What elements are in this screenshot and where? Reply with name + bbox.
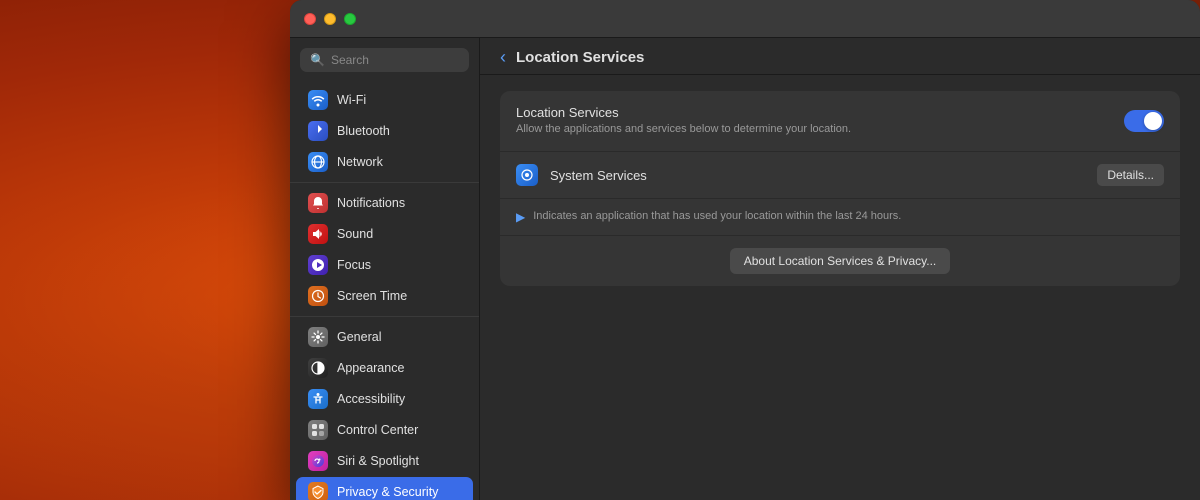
bluetooth-label: Bluetooth [337,124,390,138]
general-label: General [337,330,381,344]
about-row: About Location Services & Privacy... [500,236,1180,286]
sidebar-item-focus[interactable]: Focus [296,250,473,280]
wifi-label: Wi-Fi [337,93,366,107]
siri-label: Siri & Spotlight [337,454,419,468]
appearance-icon [308,358,328,378]
title-bar [290,0,1200,38]
privacy-label: Privacy & Security [337,485,438,499]
sidebar-item-siri[interactable]: Siri & Spotlight [296,446,473,476]
back-button[interactable]: ‹ [500,48,506,66]
sidebar-section-network: Wi-Fi Bluetooth [290,80,479,183]
sidebar-item-bluetooth[interactable]: Bluetooth [296,116,473,146]
accessibility-icon [308,389,328,409]
sidebar: 🔍 Wi-Fi [290,38,480,500]
indicator-text: Indicates an application that has used y… [533,209,901,224]
privacy-icon [308,482,328,500]
controlcenter-label: Control Center [337,423,418,437]
close-button[interactable] [304,13,316,25]
sidebar-item-controlcenter[interactable]: Control Center [296,415,473,445]
appearance-label: Appearance [337,361,404,375]
sound-label: Sound [337,227,373,241]
sidebar-item-network[interactable]: Network [296,147,473,177]
sidebar-item-wifi[interactable]: Wi-Fi [296,85,473,115]
location-services-row: Location Services Allow the applications… [500,91,1180,152]
details-button[interactable]: Details... [1097,164,1164,186]
notifications-label: Notifications [337,196,405,210]
focus-label: Focus [337,258,371,272]
sidebar-section-system: Notifications Sound [290,183,479,317]
content-area: ‹ Location Services Location Services Al… [480,38,1200,500]
about-location-button[interactable]: About Location Services & Privacy... [730,248,951,274]
focus-icon [308,255,328,275]
indicator-row: ▶ Indicates an application that has used… [500,199,1180,235]
traffic-lights [304,13,356,25]
wifi-icon [308,90,328,110]
content-body: Location Services Allow the applications… [480,75,1200,500]
sidebar-item-screentime[interactable]: Screen Time [296,281,473,311]
maximize-button[interactable] [344,13,356,25]
location-services-info: Location Services Allow the applications… [516,105,1124,137]
system-services-label: System Services [550,168,1085,183]
sidebar-item-accessibility[interactable]: Accessibility [296,384,473,414]
sidebar-item-appearance[interactable]: Appearance [296,353,473,383]
sidebar-item-general[interactable]: General [296,322,473,352]
location-services-title: Location Services [516,105,1124,120]
bluetooth-icon [308,121,328,141]
system-services-row: System Services Details... [500,152,1180,199]
general-icon [308,327,328,347]
screentime-icon [308,286,328,306]
system-preferences-window: 🔍 Wi-Fi [290,0,1200,500]
screentime-label: Screen Time [337,289,407,303]
content-header: ‹ Location Services [480,38,1200,75]
search-icon: 🔍 [310,53,325,67]
sidebar-item-notifications[interactable]: Notifications [296,188,473,218]
accessibility-label: Accessibility [337,392,405,406]
siri-icon [308,451,328,471]
page-title: Location Services [516,49,644,66]
system-services-icon [516,164,538,186]
search-wrapper: 🔍 [300,48,469,72]
sidebar-item-sound[interactable]: Sound [296,219,473,249]
sound-icon [308,224,328,244]
location-indicator-icon: ▶ [516,210,525,224]
controlcenter-icon [308,420,328,440]
minimize-button[interactable] [324,13,336,25]
network-icon [308,152,328,172]
location-services-subtitle: Allow the applications and services belo… [516,122,1124,137]
location-services-card: Location Services Allow the applications… [500,91,1180,286]
network-label: Network [337,155,383,169]
toggle-knob [1144,112,1162,130]
window-body: 🔍 Wi-Fi [290,38,1200,500]
notifications-icon [308,193,328,213]
search-bar: 🔍 [290,38,479,80]
sidebar-section-preferences: General Appearance [290,317,479,500]
sidebar-item-privacy[interactable]: Privacy & Security [296,477,473,500]
search-input[interactable] [331,53,459,67]
location-services-toggle[interactable] [1124,110,1164,132]
